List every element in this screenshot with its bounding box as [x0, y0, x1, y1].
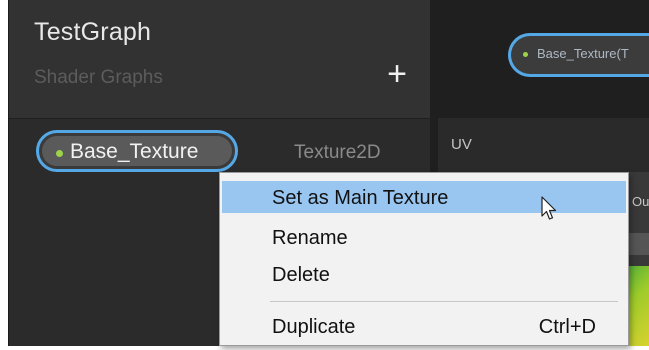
property-node[interactable]: Base_Texture(T — [508, 33, 649, 77]
property-pill-base-texture[interactable]: Base_Texture — [36, 130, 238, 172]
property-node-label: Base_Texture(T — [537, 46, 629, 61]
menu-item-duplicate[interactable]: Duplicate Ctrl+D — [222, 310, 626, 342]
exposed-dot-icon — [56, 150, 63, 157]
property-type: Texture2D — [294, 142, 381, 163]
add-property-button[interactable]: + — [381, 57, 413, 91]
menu-item-label: Rename — [272, 227, 348, 249]
property-pill-body: Base_Texture — [42, 136, 232, 166]
menu-item-label: Delete — [272, 264, 330, 286]
property-name: Base_Texture — [70, 140, 199, 163]
context-menu: Set as Main Texture Rename Delete Duplic… — [219, 172, 629, 346]
menu-item-delete[interactable]: Delete — [222, 258, 626, 290]
uv-port-label: UV — [451, 136, 472, 153]
graph-title: TestGraph — [34, 18, 152, 46]
menu-item-shortcut: Ctrl+D — [538, 316, 596, 338]
menu-item-set-as-main-texture[interactable]: Set as Main Texture — [222, 181, 626, 213]
menu-separator — [270, 301, 618, 302]
node-dot-icon — [523, 52, 528, 57]
menu-item-label: Duplicate — [272, 316, 356, 338]
graph-subtitle: Shader Graphs — [34, 67, 163, 88]
output-port-label: Ou — [632, 194, 649, 209]
menu-item-rename[interactable]: Rename — [222, 221, 626, 253]
blackboard-header: TestGraph Shader Graphs + — [9, 0, 431, 119]
menu-item-label: Set as Main Texture — [272, 187, 449, 209]
mouse-cursor-icon — [541, 196, 557, 220]
node-header: UV — [438, 118, 649, 172]
